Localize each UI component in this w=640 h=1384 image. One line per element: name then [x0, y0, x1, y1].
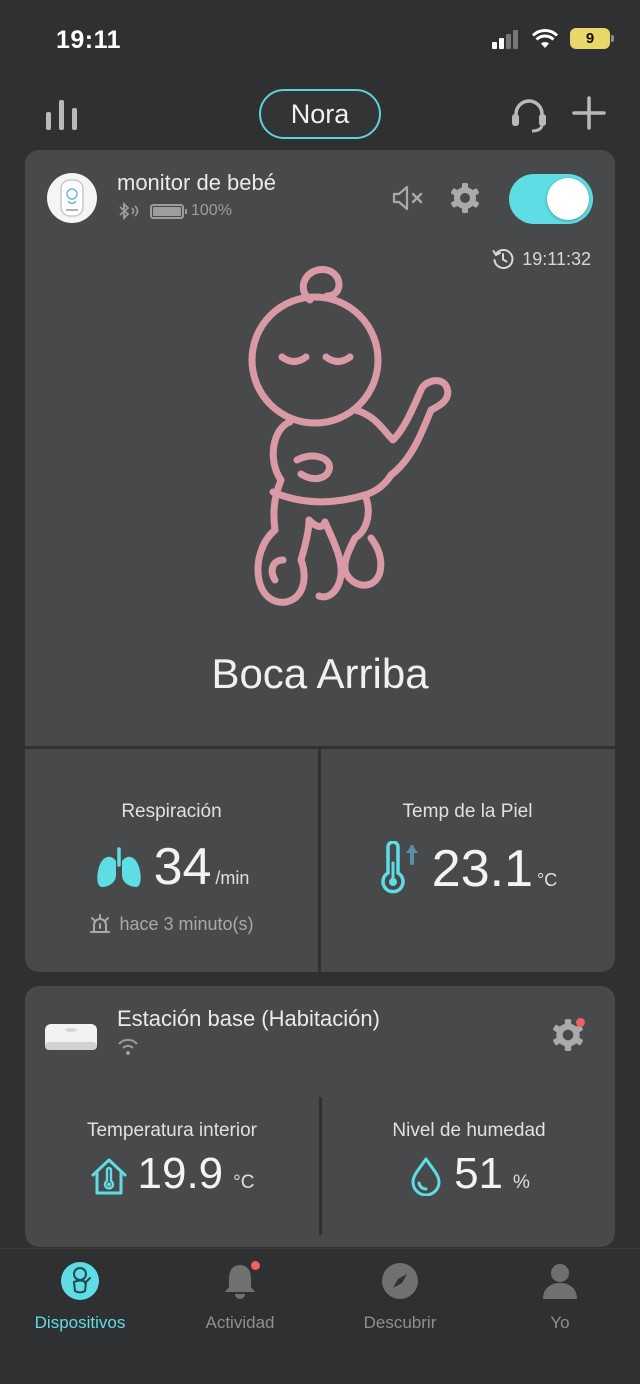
- monitor-toggle[interactable]: [509, 174, 593, 224]
- house-thermometer-icon: [91, 1158, 127, 1195]
- skin-temp-unit: °C: [537, 870, 558, 890]
- skin-temp-value-row: 23.1 °C: [321, 841, 614, 895]
- indoor-temp-label: Temperatura interior: [86, 1120, 258, 1141]
- monitor-settings-icon[interactable]: [449, 182, 481, 214]
- breathing-note-text: hace 3 minuto(s): [119, 913, 254, 934]
- battery-level: 9: [585, 30, 595, 47]
- notification-dot: [576, 1018, 585, 1027]
- status-time: 19:11: [56, 26, 122, 54]
- breathing-label: Respiración: [121, 801, 222, 822]
- breathing-unit: /min: [215, 868, 250, 888]
- breathing-metric[interactable]: Respiración 34 /min hace 3 minuto(s): [25, 749, 318, 972]
- lungs-icon: [96, 847, 141, 887]
- skin-temp-metric[interactable]: Temp de la Piel 23.1 °C: [321, 749, 614, 972]
- tab-actividad[interactable]: Actividad: [160, 1261, 320, 1333]
- indoor-temp-metric[interactable]: Temperatura interior 19.9 °C: [25, 1106, 319, 1226]
- water-drop-icon: [411, 1157, 441, 1196]
- base-station-card[interactable]: Estación base (Habitación) Temperatura i…: [25, 986, 615, 1247]
- wifi-icon: [532, 28, 558, 48]
- monitor-battery-icon: [150, 203, 187, 219]
- stats-icon[interactable]: [44, 98, 80, 130]
- signal-icon: [492, 29, 518, 49]
- humidity-value: 51: [454, 1149, 504, 1198]
- monitor-device-avatar: [47, 173, 97, 223]
- last-update-time: 19:11:32: [522, 248, 591, 269]
- humidity-row: 51 %: [322, 1152, 615, 1196]
- indoor-temp-unit: °C: [233, 1172, 255, 1193]
- base-wifi-icon: [118, 1038, 138, 1055]
- add-icon[interactable]: [572, 96, 606, 130]
- tab-yo[interactable]: Yo: [480, 1261, 640, 1333]
- tab-dispositivos[interactable]: Dispositivos: [0, 1261, 160, 1333]
- last-update: 19:11:32: [492, 248, 591, 270]
- status-icons: 9: [492, 28, 614, 49]
- battery-indicator: 9: [570, 28, 614, 49]
- baby-device-icon: [60, 1261, 100, 1301]
- base-station-icon: [45, 1024, 97, 1050]
- compass-icon: [380, 1261, 420, 1301]
- tab-label-descubrir: Descubrir: [363, 1313, 437, 1332]
- humidity-label: Nivel de humedad: [392, 1120, 546, 1141]
- baby-monitor-card[interactable]: monitor de bebé 100% 19:11:32 Boca Arrib…: [25, 150, 615, 972]
- humidity-unit: %: [513, 1172, 530, 1193]
- sleep-position-label: Boca Arriba: [211, 650, 429, 697]
- profile-name: Nora: [290, 98, 350, 129]
- monitor-battery-percent: 100%: [191, 202, 232, 219]
- monitor-connection-info: 100%: [117, 202, 232, 220]
- breathing-value: 34: [153, 838, 212, 896]
- skin-temp-value: 23.1: [431, 840, 533, 898]
- bottom-tab-bar: Dispositivos Actividad Descubrir Yo: [0, 1248, 640, 1384]
- monitor-device-name: monitor de bebé: [117, 170, 276, 195]
- mute-icon[interactable]: [391, 184, 425, 212]
- indoor-temp-value: 19.9: [137, 1149, 224, 1198]
- humidity-metric[interactable]: Nivel de humedad 51 %: [322, 1106, 615, 1226]
- status-bar: 19:11 9: [0, 0, 640, 80]
- skin-temp-label: Temp de la Piel: [402, 801, 533, 822]
- tab-label-dispositivos: Dispositivos: [34, 1313, 126, 1332]
- base-station-name: Estación base (Habitación): [117, 1006, 380, 1031]
- baby-position-illustration: [248, 266, 452, 606]
- breathing-value-row: 34 /min: [25, 841, 318, 893]
- top-bar: Nora: [0, 86, 640, 142]
- activity-notification-dot: [251, 1261, 260, 1270]
- indoor-temp-row: 19.9 °C: [25, 1152, 319, 1196]
- history-icon: [492, 249, 514, 269]
- person-icon: [540, 1261, 580, 1301]
- tab-descubrir[interactable]: Descubrir: [320, 1261, 480, 1333]
- breathing-note: hace 3 minuto(s): [25, 913, 318, 935]
- thermometer-up-icon: [381, 841, 418, 894]
- tab-label-yo: Yo: [550, 1313, 570, 1332]
- toggle-knob: [547, 178, 589, 220]
- bluetooth-icon: [119, 202, 139, 220]
- bell-icon: [220, 1261, 260, 1301]
- monitor-device-icon: [60, 179, 84, 217]
- profile-selector[interactable]: Nora: [259, 89, 381, 139]
- tab-label-actividad: Actividad: [205, 1313, 275, 1332]
- base-settings-button[interactable]: [551, 1018, 585, 1052]
- headset-icon[interactable]: [510, 96, 548, 134]
- alarm-icon: [90, 914, 111, 933]
